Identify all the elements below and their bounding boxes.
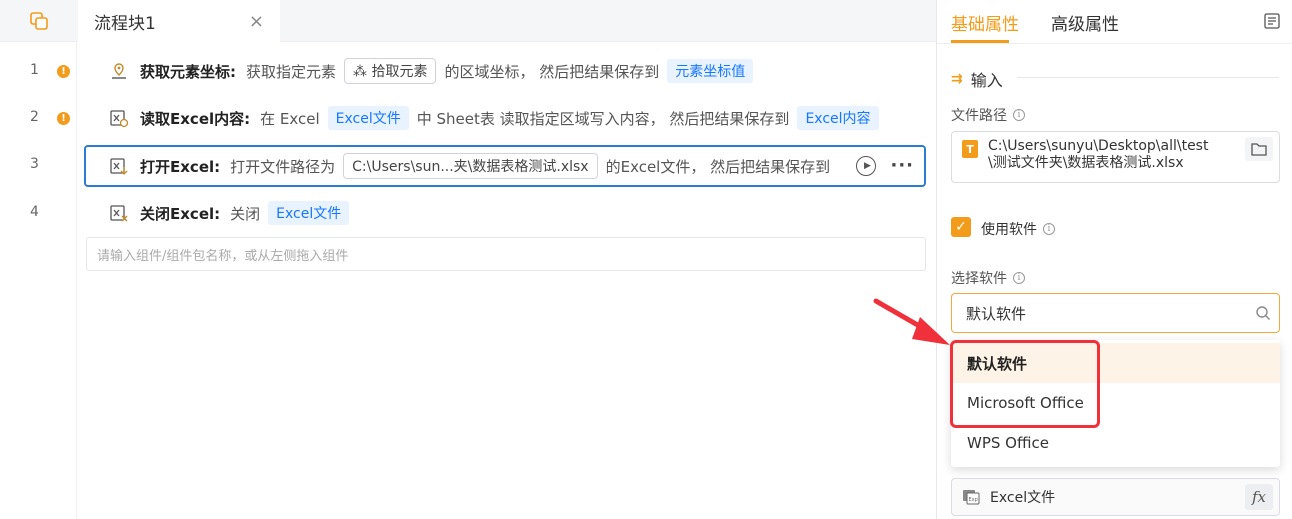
pick-icon: ⁂	[353, 64, 372, 80]
file-path-chip[interactable]: C:\Users\sun...夹\数据表格测试.xlsx	[343, 153, 598, 179]
file-path-line-2: \测试文件夹\数据表格测试.xlsx	[988, 155, 1184, 171]
tab-bar: 流程块1 ×	[0, 0, 936, 43]
tab-flow-block-1[interactable]: 流程块1 ×	[78, 0, 280, 43]
step-title: 关闭Excel:	[140, 204, 221, 223]
input-arrow-icon: ⇉	[951, 71, 963, 87]
output-var-chip[interactable]: Excel内容	[797, 106, 879, 130]
more-options-button[interactable]: ···	[890, 155, 914, 176]
line-number: 2	[30, 109, 39, 125]
step-title: 打开Excel:	[140, 157, 221, 176]
annotation-highlight-box	[950, 340, 1100, 428]
software-select[interactable]: 默认软件	[951, 293, 1280, 333]
step-text: 的Excel文件， 然后把结果保存到	[605, 157, 831, 176]
tab-basic-properties[interactable]: 基础属性	[951, 10, 1019, 35]
line-number: 1	[30, 62, 39, 78]
svg-text:Exp: Exp	[969, 497, 978, 503]
label-text: 使用软件	[981, 222, 1037, 238]
pick-element-button[interactable]: ⁂ 拾取元素	[344, 58, 437, 84]
output-var-chip[interactable]: 元素坐标值	[667, 59, 754, 83]
browse-folder-button[interactable]	[1245, 137, 1273, 161]
text-type-icon: T	[962, 140, 978, 158]
info-icon[interactable]: i	[1013, 109, 1025, 121]
excel-var-chip[interactable]: Excel文件	[327, 106, 409, 130]
row-actions: ▶ ···	[856, 155, 914, 176]
file-path-line-1: C:\Users\sunyu\Desktop\all\test	[988, 138, 1209, 154]
flow-step-read-excel[interactable]: 读取Excel内容: 在 Excel Excel文件 中 Sheet表 读取指定…	[86, 98, 926, 138]
flow-block-icon	[29, 12, 48, 30]
output-variable-field[interactable]: Exp Excel文件 fx	[951, 478, 1280, 516]
info-icon[interactable]: i	[1013, 272, 1025, 284]
location-pin-icon	[108, 60, 130, 82]
file-path-label: 文件路径 i	[951, 105, 1025, 125]
annotation-arrow	[873, 298, 950, 345]
file-path-field[interactable]: T C:\Users\sunyu\Desktop\all\test \测试文件夹…	[951, 131, 1280, 183]
excel-var-icon: Exp	[962, 489, 980, 509]
select-value: 默认软件	[966, 304, 1027, 323]
step-text: 在 Excel	[260, 109, 320, 128]
info-icon[interactable]: i	[1043, 223, 1055, 235]
use-software-label: 使用软件 i	[981, 219, 1055, 239]
folder-icon	[1251, 143, 1267, 156]
panel-tabs: 基础属性 高级属性	[937, 0, 1292, 44]
pick-label: 拾取元素	[371, 64, 428, 80]
step-text: 的区域坐标， 然后把结果保存到	[444, 62, 660, 81]
use-software-checkbox[interactable]: ✓	[951, 217, 971, 237]
flow-editor: 获取元素坐标: 获取指定元素 ⁂ 拾取元素 的区域坐标， 然后把结果保存到 元素…	[78, 42, 936, 519]
select-software-label: 选择软件 i	[951, 268, 1025, 288]
excel-close-icon	[108, 202, 130, 224]
line-number: 4	[30, 204, 39, 220]
step-text: 获取指定元素	[246, 62, 337, 81]
warning-icon[interactable]: !	[57, 65, 70, 78]
output-var-value: Excel文件	[990, 490, 1056, 506]
app-window: 流程块1 × 1 ! 2 ! 3 4 获取元素坐标: 获取指定元素 ⁂ 拾取元素…	[0, 0, 1292, 519]
label-text: 文件路径	[951, 108, 1007, 124]
add-component-input[interactable]: 请输入组件/组件包名称，或从左侧拖入组件	[86, 237, 926, 271]
step-text: 关闭	[230, 204, 261, 223]
run-step-button[interactable]: ▶	[856, 155, 877, 176]
tab-advanced-properties[interactable]: 高级属性	[1051, 10, 1119, 35]
flow-step-open-excel[interactable]: 打开Excel: 打开文件路径为 C:\Users\sun...夹\数据表格测试…	[84, 145, 926, 187]
label-text: 选择软件	[951, 271, 1007, 287]
step-title: 获取元素坐标:	[140, 62, 236, 81]
step-text: 打开文件路径为	[230, 157, 336, 176]
section-input-title: ⇉ 输入	[951, 67, 1003, 91]
excel-var-chip[interactable]: Excel文件	[268, 201, 350, 225]
search-icon	[1255, 305, 1271, 325]
flow-step-close-excel[interactable]: 关闭Excel: 关闭 Excel文件	[86, 193, 926, 233]
step-title: 读取Excel内容:	[140, 109, 251, 128]
section-label: 输入	[970, 71, 1003, 90]
step-text: 中 Sheet表 读取指定区域写入内容， 然后把结果保存到	[416, 109, 790, 128]
option-wps-office[interactable]: WPS Office	[951, 423, 1280, 463]
flow-icon-cell[interactable]	[0, 0, 77, 42]
flow-step-get-element-coords[interactable]: 获取元素坐标: 获取指定元素 ⁂ 拾取元素 的区域坐标， 然后把结果保存到 元素…	[86, 51, 926, 91]
formula-button[interactable]: fx	[1245, 484, 1273, 510]
tab-title: 流程块1	[94, 14, 156, 34]
property-panel: 基础属性 高级属性 ⇉ 输入 文件路径 i T C:\Users\sunyu\D…	[936, 0, 1292, 519]
warning-icon[interactable]: !	[57, 112, 70, 125]
close-icon[interactable]: ×	[249, 11, 264, 32]
document-list-icon[interactable]	[1263, 12, 1281, 34]
section-divider	[1017, 77, 1279, 78]
line-gutter: 1 ! 2 ! 3 4	[0, 42, 77, 519]
excel-read-icon	[108, 107, 130, 129]
line-number: 3	[30, 156, 39, 172]
excel-open-icon	[108, 155, 130, 177]
active-tab-indicator	[951, 40, 1009, 43]
